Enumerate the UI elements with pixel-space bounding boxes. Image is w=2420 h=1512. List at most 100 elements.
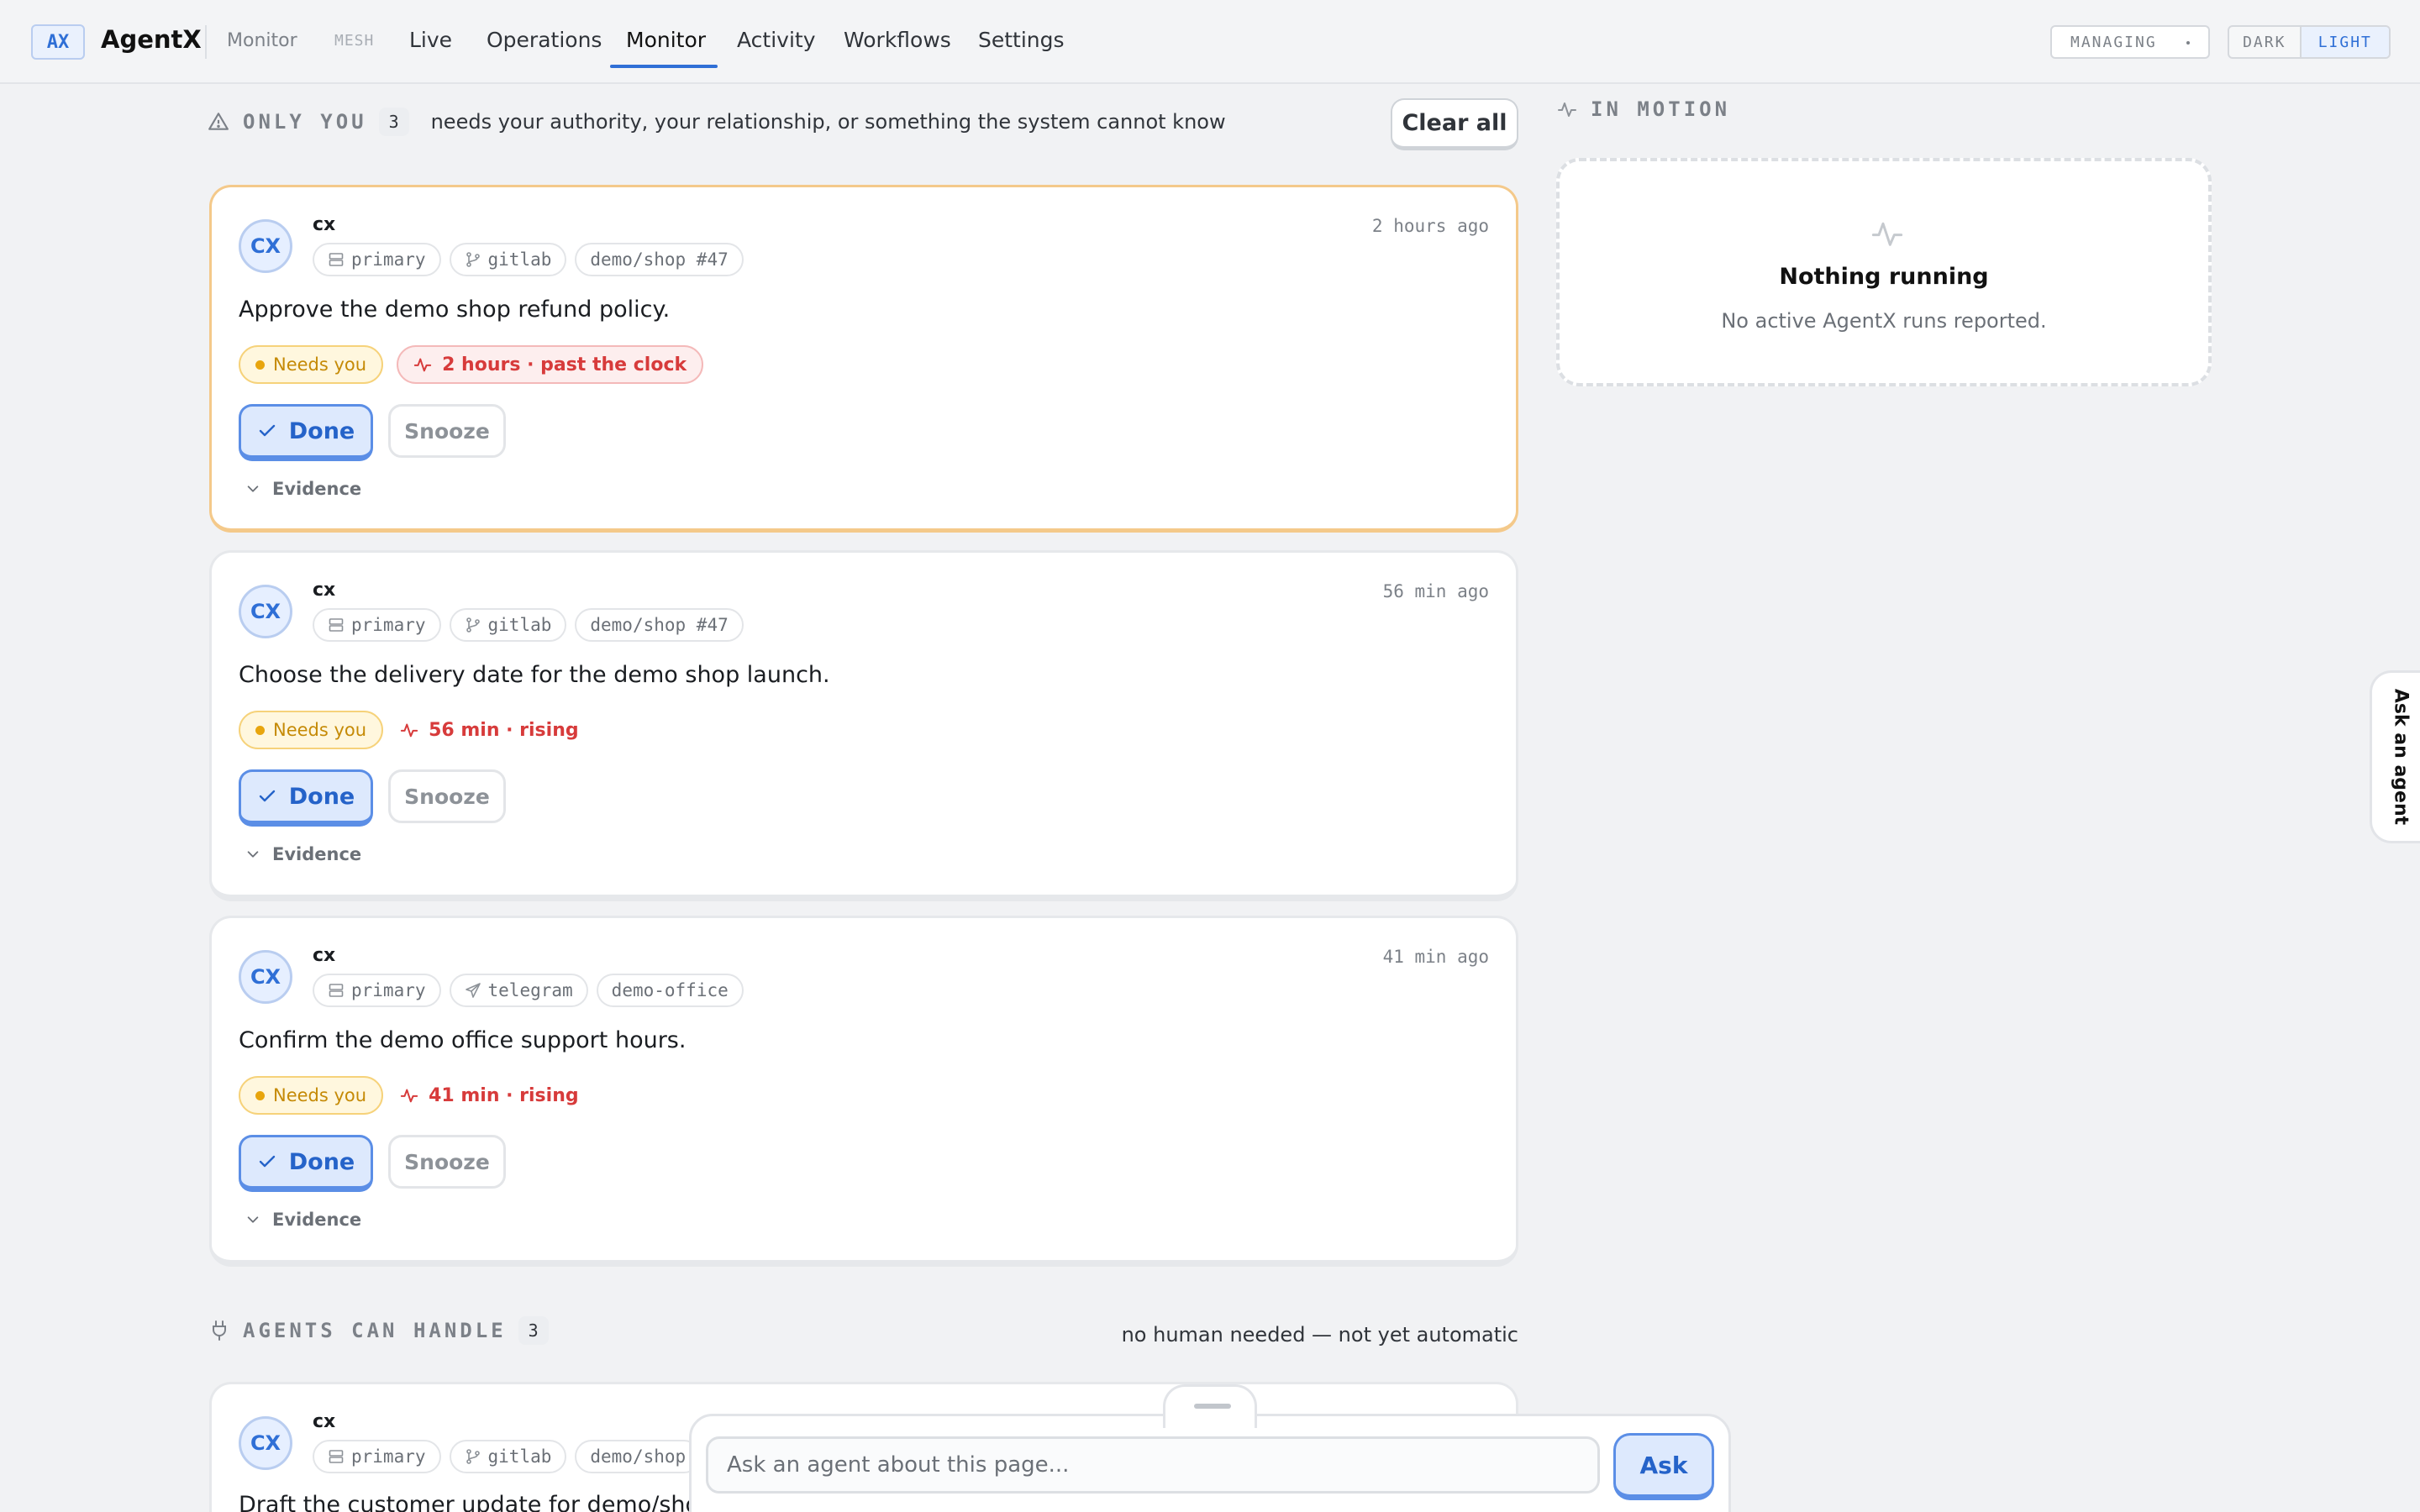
managing-label: MANAGING [2070,33,2157,51]
urgency-label: 56 min · rising [429,719,579,741]
managing-select[interactable]: MANAGING [2050,25,2210,59]
tag-reference[interactable]: demo-office [596,974,744,1007]
status-dot-icon [255,1090,265,1100]
tag-reference[interactable]: demo/shop #47 [575,243,744,276]
card-author: cx [313,945,336,966]
urgency-indicator: 41 min · rising [397,1085,579,1106]
task-text: Draft the customer update for demo/shop … [239,1492,738,1512]
tag-source[interactable]: gitlab [449,608,567,642]
theme-light-button[interactable]: LIGHT [2299,27,2389,57]
done-button[interactable]: Done [239,769,373,827]
drag-handle[interactable] [1163,1384,1257,1428]
card-author: cx [313,214,336,235]
tag-label: gitlab [487,1446,552,1467]
plug-icon [213,1320,226,1341]
tag-target[interactable]: primary [313,608,441,642]
card-status-chips: Needs you 2 hours · past the clock [239,345,704,384]
done-label: Done [288,417,355,444]
attention-card: CX cx 41 min ago primary telegram demo-o… [209,916,1518,1267]
section-description: no human needed — not yet automatic [1121,1323,1518,1347]
section-title: IN MOTION [1591,97,1731,121]
snooze-button[interactable]: Snooze [388,1135,506,1189]
ask-an-agent-tab[interactable]: Ask an agent [2370,670,2420,843]
tab-operations[interactable]: Operations [487,28,602,52]
clear-all-button[interactable]: Clear all [1391,98,1518,150]
avatar: CX [239,219,292,273]
chevron-down-icon [247,851,259,858]
card-author: cx [313,580,336,601]
only-you-header: ONLY YOU 3 needs your authority, your re… [208,108,1226,136]
tag-reference[interactable]: demo/shop [575,1440,702,1473]
empty-title: Nothing running [1779,264,1989,290]
git-branch-icon [466,252,480,267]
badge-label: Needs you [273,1085,367,1105]
evidence-toggle[interactable]: Evidence [245,479,361,499]
tab-workflows[interactable]: Workflows [844,28,951,52]
tab-settings[interactable]: Settings [978,28,1065,52]
pulse-icon [1871,222,1903,246]
evidence-toggle[interactable]: Evidence [245,844,361,864]
tag-source[interactable]: telegram [449,974,588,1007]
tag-label: demo/shop #47 [590,615,729,635]
grip-icon [1194,1404,1231,1409]
urgency-label: 41 min · rising [429,1084,579,1106]
active-tab-indicator [610,65,718,68]
breadcrumb: Monitor [227,30,297,51]
theme-toggle: DARK LIGHT [2228,25,2391,59]
card-tags: primary gitlab demo/shop [313,1440,702,1473]
badge-label: Needs you [273,720,367,740]
mesh-label[interactable]: MESH [334,32,374,50]
avatar: CX [239,950,292,1004]
card-status-chips: Needs you 41 min · rising [239,1076,579,1115]
card-timestamp: 2 hours ago [1371,216,1489,236]
done-button[interactable]: Done [239,404,373,461]
snooze-button[interactable]: Snooze [388,404,506,458]
ask-button[interactable]: Ask [1613,1433,1714,1500]
tab-monitor[interactable]: Monitor [626,28,706,52]
tag-label: primary [351,249,426,270]
ask-input[interactable] [706,1436,1600,1494]
snooze-button[interactable]: Snooze [388,769,506,823]
needs-you-badge: Needs you [239,345,384,384]
top-nav: AX AgentX Monitor MESH Live Operations M… [0,0,2420,84]
check-icon [259,1155,275,1168]
git-branch-icon [466,1449,480,1464]
tag-label: gitlab [487,249,552,270]
done-button[interactable]: Done [239,1135,373,1192]
chevron-down-icon [247,486,259,492]
tag-source[interactable]: gitlab [449,1440,567,1473]
tag-target[interactable]: primary [313,974,441,1007]
avatar: CX [239,585,292,638]
agents-can-handle-header: AGENTS CAN HANDLE 3 [209,1316,549,1345]
tab-activity[interactable]: Activity [737,28,816,52]
pulse-icon [1558,102,1576,117]
server-icon [329,253,344,266]
badge-label: Needs you [273,354,367,375]
evidence-label: Evidence [272,479,362,499]
avatar: CX [239,1416,292,1470]
card-tags: primary gitlab demo/shop #47 [313,243,744,276]
section-count: 3 [378,108,409,136]
card-timestamp: 41 min ago [1382,947,1489,967]
app-logo[interactable]: AX [31,24,85,60]
tag-source[interactable]: gitlab [449,243,567,276]
section-count: 3 [518,1316,549,1345]
tag-target[interactable]: primary [313,1440,441,1473]
task-text: Confirm the demo office support hours. [239,1027,687,1053]
needs-you-badge: Needs you [239,711,384,749]
in-motion-empty-state: Nothing running No active AgentX runs re… [1556,158,2212,386]
tag-target[interactable]: primary [313,243,441,276]
tab-live[interactable]: Live [409,28,452,52]
card-timestamp: 56 min ago [1382,581,1489,601]
evidence-label: Evidence [272,1210,362,1230]
theme-dark-button[interactable]: DARK [2229,27,2300,57]
evidence-label: Evidence [272,844,362,864]
urgency-badge: 2 hours · past the clock [397,345,704,384]
task-text: Approve the demo shop refund policy. [239,297,671,323]
evidence-toggle[interactable]: Evidence [245,1210,361,1230]
chevron-down-icon [247,1216,259,1223]
tag-reference[interactable]: demo/shop #47 [575,608,744,642]
app-brand[interactable]: AgentX [101,25,202,54]
needs-you-badge: Needs you [239,1076,384,1115]
server-icon [329,984,344,997]
